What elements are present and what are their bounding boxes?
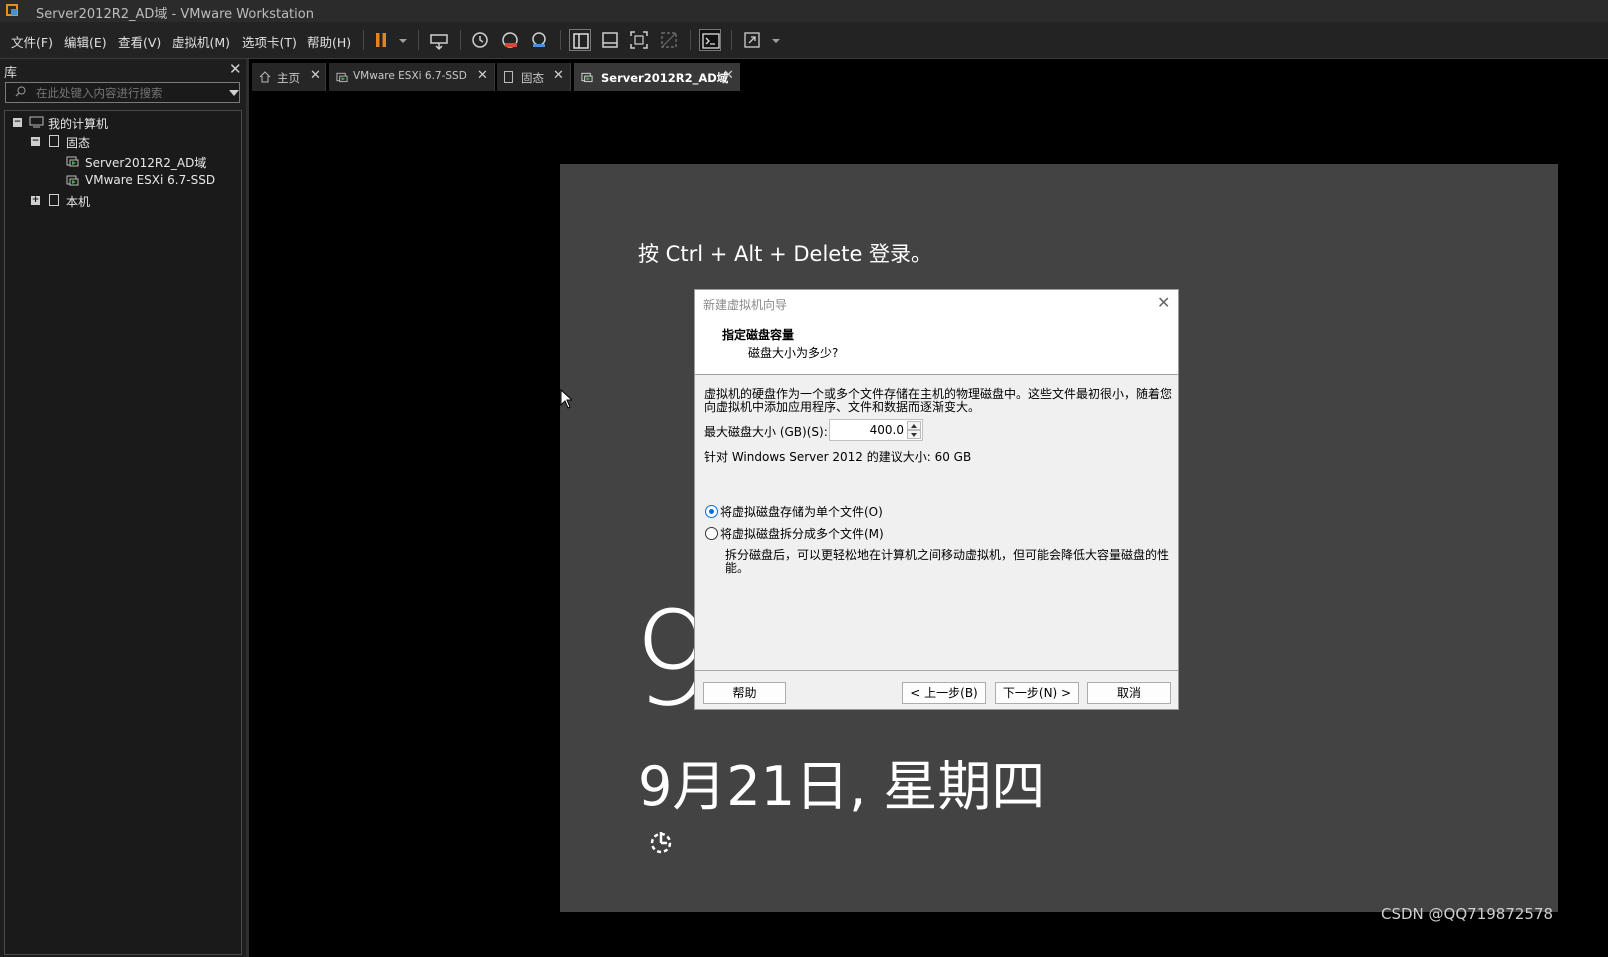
divider: [695, 670, 1178, 671]
close-icon[interactable]: ✕: [1157, 293, 1170, 312]
mouse-cursor-icon: [560, 389, 572, 409]
description-line-2: 向虚拟机中添加应用程序、文件和数据而逐渐变大。: [704, 400, 981, 414]
title-bar: Server2012R2_AD域 - VMware Workstation: [0, 0, 1608, 22]
snapshot-manager-icon[interactable]: [528, 29, 550, 51]
disk-size-input[interactable]: [832, 422, 904, 438]
library-tree: − 我的计算机 − 固态 Server2012R2_AD域 VMware ESX…: [4, 110, 242, 955]
dropdown-arrow-icon[interactable]: [392, 29, 407, 51]
snapshot-icon[interactable]: [469, 29, 491, 51]
library-search[interactable]: [5, 82, 240, 103]
tree-item-local[interactable]: + 本机: [5, 192, 241, 210]
ease-of-access-icon[interactable]: [648, 829, 674, 855]
recommended-size: 针对 Windows Server 2012 的建议大小: 60 GB: [704, 450, 972, 464]
pause-icon[interactable]: [370, 29, 392, 51]
tab-label: Server2012R2_AD域: [601, 71, 729, 85]
disk-size-label: 最大磁盘大小 (GB)(S):: [704, 425, 828, 439]
option-split-files-label[interactable]: 将虚拟磁盘拆分成多个文件(M): [720, 527, 884, 541]
close-tab-icon[interactable]: ✕: [553, 68, 564, 83]
spin-down-icon[interactable]: [907, 430, 921, 439]
folder-icon: [504, 71, 513, 83]
dialog-title-bar: 新建虚拟机向导 ✕: [695, 290, 1178, 318]
tab-home[interactable]: 主页 ✕: [252, 63, 326, 91]
close-tab-icon[interactable]: ✕: [723, 68, 734, 83]
stretch-icon[interactable]: [741, 29, 763, 51]
disk-size-stepper[interactable]: [829, 419, 923, 441]
tree-label: 固态: [66, 136, 91, 150]
cancel-button[interactable]: 取消: [1087, 682, 1171, 704]
close-tab-icon[interactable]: ✕: [310, 68, 321, 83]
radio-split-files[interactable]: [705, 527, 718, 540]
tab-label: VMware ESXi 6.7-SSD: [353, 70, 467, 82]
vm-running-icon: [336, 72, 348, 83]
next-button[interactable]: 下一步(N) >: [995, 682, 1079, 704]
tree-item-server2012[interactable]: Server2012R2_AD域: [5, 153, 241, 171]
step-heading: 指定磁盘容量: [722, 328, 795, 342]
watermark: CSDN @QQ719872578: [1381, 905, 1554, 923]
search-icon: [15, 86, 26, 97]
tab-bar: 主页 ✕ VMware ESXi 6.7-SSD ✕ 固态 ✕ Server20…: [249, 63, 1608, 91]
dialog-title: 新建虚拟机向导: [703, 298, 788, 312]
radio-single-file[interactable]: [705, 505, 718, 518]
search-input[interactable]: [36, 84, 216, 101]
library-panel: 库 ✕ − 我的计算机 − 固态 Server2012R2_AD域 VMware…: [0, 59, 249, 957]
split-note-line-1: 拆分磁盘后，可以更轻松地在计算机之间移动虚拟机，但可能会降低大容量磁盘的性: [725, 548, 1170, 562]
option-single-file-label[interactable]: 将虚拟磁盘存储为单个文件(O): [720, 505, 883, 519]
tree-label: Server2012R2_AD域: [85, 156, 207, 170]
tab-label: 主页: [277, 71, 300, 85]
console-view-icon[interactable]: [699, 29, 721, 51]
tree-label: 我的计算机: [48, 117, 109, 131]
help-button[interactable]: 帮助: [703, 682, 786, 704]
collapse-icon[interactable]: −: [13, 118, 22, 127]
menu-view[interactable]: 查看(V): [118, 32, 161, 51]
spin-up-icon[interactable]: [907, 421, 921, 430]
spin-buttons[interactable]: [907, 421, 921, 439]
tree-item-my-computer[interactable]: − 我的计算机: [5, 114, 241, 132]
show-thumbnail-icon[interactable]: [599, 29, 621, 51]
tree-label: VMware ESXi 6.7-SSD: [85, 173, 216, 187]
tab-label: 固态: [521, 71, 544, 85]
vmware-app-icon: [6, 4, 18, 16]
expand-icon[interactable]: +: [31, 196, 40, 205]
folder-icon: [49, 194, 59, 206]
library-title: 库: [4, 66, 18, 81]
menu-tabs[interactable]: 选项卡(T): [242, 32, 297, 51]
lock-screen-date: 9月21日, 星期四: [638, 755, 1046, 818]
menu-vm[interactable]: 虚拟机(M): [172, 32, 230, 51]
unity-icon[interactable]: [658, 29, 680, 51]
revert-snapshot-icon[interactable]: [499, 29, 521, 51]
back-button[interactable]: < 上一步(B): [902, 682, 986, 704]
chevron-down-icon[interactable]: [229, 90, 239, 96]
dialog-header: 指定磁盘容量 磁盘大小为多少?: [695, 318, 1178, 375]
step-subheading: 磁盘大小为多少?: [748, 346, 839, 360]
show-library-icon[interactable]: [569, 29, 591, 51]
stretch-dropdown-icon[interactable]: [765, 29, 780, 51]
vm-running-icon: [66, 156, 79, 167]
folder-icon: [49, 135, 59, 147]
computer-icon: [29, 116, 44, 128]
tab-ssd[interactable]: 固态 ✕: [497, 63, 571, 91]
vm-running-icon: [581, 72, 593, 83]
menu-bar: 文件(F) 编辑(E) 查看(V) 虚拟机(M) 选项卡(T) 帮助(H): [0, 22, 1608, 59]
tab-server2012[interactable]: Server2012R2_AD域 ✕: [574, 63, 740, 91]
home-icon: [259, 71, 271, 83]
description-line-1: 虚拟机的硬盘作为一个或多个文件存储在主机的物理磁盘中。这些文件最初很小，随着您: [704, 387, 1173, 401]
login-prompt: 按 Ctrl + Alt + Delete 登录。: [638, 242, 933, 266]
close-tab-icon[interactable]: ✕: [477, 68, 488, 83]
new-vm-wizard-dialog: 新建虚拟机向导 ✕ 指定磁盘容量 磁盘大小为多少? 虚拟机的硬盘作为一个或多个文…: [694, 289, 1179, 710]
window-title: Server2012R2_AD域 - VMware Workstation: [36, 7, 314, 22]
tab-esxi[interactable]: VMware ESXi 6.7-SSD ✕: [329, 63, 495, 91]
library-close-icon[interactable]: ✕: [229, 60, 242, 78]
menu-edit[interactable]: 编辑(E): [64, 32, 107, 51]
full-screen-icon[interactable]: [628, 29, 650, 51]
collapse-icon[interactable]: −: [31, 137, 40, 146]
tree-item-esxi[interactable]: VMware ESXi 6.7-SSD: [5, 172, 241, 190]
tree-label: 本机: [66, 195, 91, 209]
tree-item-ssd-folder[interactable]: − 固态: [5, 133, 241, 151]
menu-file[interactable]: 文件(F): [11, 32, 53, 51]
split-note-line-2: 能。: [725, 561, 750, 575]
menu-help[interactable]: 帮助(H): [307, 32, 351, 51]
send-keys-icon[interactable]: [428, 29, 450, 51]
vm-running-icon: [66, 175, 79, 186]
